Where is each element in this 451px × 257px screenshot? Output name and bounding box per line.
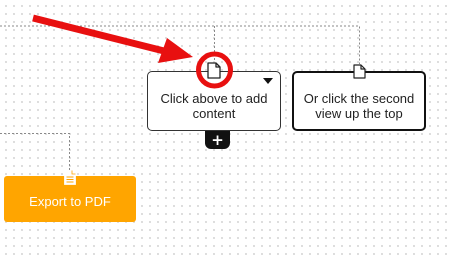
annotation-arrowhead-icon — [158, 38, 193, 63]
export-pdf-label: Export to PDF — [29, 193, 111, 209]
content-node-primary[interactable]: Click above to add content — [147, 71, 281, 131]
pdf-document-icon — [64, 170, 76, 185]
annotation-arrow-icon — [32, 14, 169, 56]
content-node-secondary[interactable]: Or click the second view up the top — [292, 71, 426, 131]
document-icon[interactable] — [353, 64, 366, 79]
add-node-button[interactable]: + — [205, 131, 230, 149]
plus-icon: + — [211, 131, 224, 149]
node-dropdown-caret-icon[interactable] — [263, 78, 273, 84]
content-node-secondary-label: Or click the second view up the top — [303, 91, 415, 121]
document-icon[interactable] — [207, 62, 221, 79]
content-node-primary-label: Click above to add content — [160, 91, 268, 121]
